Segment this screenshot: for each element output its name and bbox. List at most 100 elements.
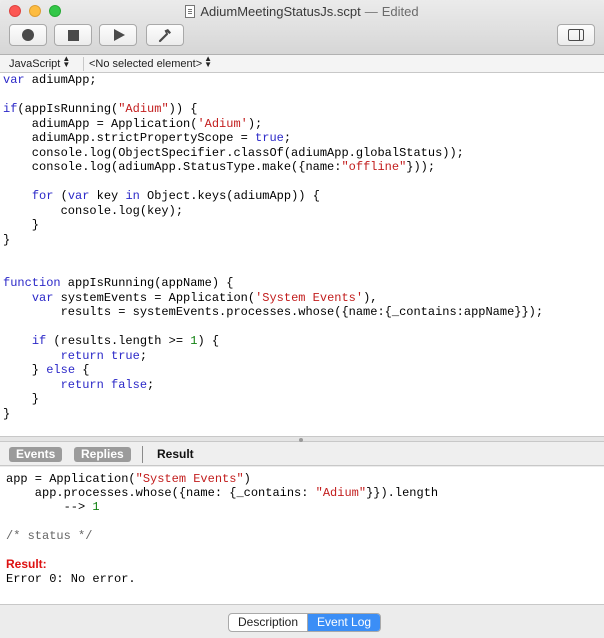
code-token: 'Adium' <box>197 116 248 131</box>
code-line[interactable]: } <box>3 218 604 233</box>
code-token: ( <box>53 189 68 203</box>
document-icon[interactable] <box>185 5 196 18</box>
code-token: return <box>60 377 104 392</box>
code-line[interactable]: results = systemEvents.processes.whose({… <box>3 305 604 320</box>
code-line[interactable] <box>3 175 604 190</box>
nav-divider <box>83 57 84 71</box>
code-line[interactable]: return false; <box>3 378 604 393</box>
code-line[interactable]: adiumApp = Application('Adium'); <box>3 117 604 132</box>
code-token: for <box>31 189 54 203</box>
code-token: var <box>3 73 25 87</box>
code-token: ); <box>247 116 263 131</box>
code-line[interactable]: console.log(key); <box>3 204 604 219</box>
code-token: results = systemEvents.processes.whose({… <box>3 305 544 319</box>
code-line[interactable] <box>3 320 604 335</box>
code-token: console.log(key); <box>3 203 184 218</box>
code-line[interactable]: adiumApp.strictPropertyScope = true; <box>3 131 604 146</box>
log-line: app = Application("System Events") <box>6 472 251 486</box>
hammer-icon <box>158 29 171 43</box>
window-title: AdiumMeetingStatusJs.scpt — Edited <box>0 4 604 19</box>
code-line[interactable]: var systemEvents = Application('System E… <box>3 291 604 306</box>
compile-button[interactable] <box>146 24 184 46</box>
code-token: in <box>125 189 140 203</box>
code-token: } <box>3 232 11 247</box>
code-line[interactable]: for (var key in Object.keys(adiumApp)) { <box>3 189 604 204</box>
log-line: app.processes.whose({name: {_contains: "… <box>6 486 439 501</box>
code-line[interactable]: function appIsRunning(appName) { <box>3 276 604 291</box>
code-token: "offline" <box>341 160 407 174</box>
code-token: } <box>3 363 47 377</box>
result-block: Result: Error 0: No error. <box>6 557 604 586</box>
tab-replies[interactable]: Replies <box>74 447 131 462</box>
updown-chevron-icon: ▲ ▼ <box>62 54 71 69</box>
code-line[interactable]: if(appIsRunning("Adium")) { <box>3 102 604 117</box>
code-line[interactable]: } else { <box>3 363 604 378</box>
result-text: Error 0: No error. <box>6 572 136 587</box>
code-token: (appIsRunning( <box>17 102 119 116</box>
log-line: --> 1 <box>6 500 100 515</box>
title-separator: — <box>364 4 378 19</box>
updown-chevron-icon: ▲ ▼ <box>204 54 213 69</box>
tab-result[interactable]: Result <box>150 447 201 462</box>
code-line[interactable]: var adiumApp; <box>3 73 604 88</box>
element-selector[interactable]: <No selected element> ▲ ▼ <box>89 54 213 72</box>
code-line[interactable] <box>3 88 604 103</box>
script-code[interactable]: var adiumApp; if(appIsRunning("Adium")) … <box>3 73 604 421</box>
code-token: ; <box>283 131 292 145</box>
code-token: true <box>255 131 284 145</box>
tab-divider <box>142 446 143 463</box>
stop-button[interactable] <box>54 24 92 46</box>
code-line[interactable]: } <box>3 233 604 248</box>
result-label: Result: <box>6 557 47 572</box>
code-line[interactable]: } <box>3 407 604 422</box>
code-token: ; <box>147 377 155 392</box>
language-selector[interactable]: JavaScript ▲ ▼ <box>9 54 71 72</box>
toggle-sidebar-button[interactable] <box>557 24 595 46</box>
title-bar: AdiumMeetingStatusJs.scpt — Edited <box>0 0 604 55</box>
description-button[interactable]: Description <box>229 614 307 631</box>
code-token: ) { <box>197 334 220 348</box>
code-line[interactable] <box>3 262 604 277</box>
code-token: )) { <box>168 102 198 116</box>
result-output[interactable]: app = Application("System Events") app.p… <box>0 467 604 604</box>
code-line[interactable] <box>3 247 604 262</box>
code-token: })); <box>406 160 436 174</box>
code-token: adiumApp.strictPropertyScope = <box>3 131 256 145</box>
code-token: adiumApp = Application( <box>3 116 198 131</box>
record-button[interactable] <box>9 24 47 46</box>
log-line: /* status */ <box>6 528 93 543</box>
code-token: 'System Events' <box>255 290 364 305</box>
stop-icon <box>67 29 79 41</box>
language-label: JavaScript <box>9 58 61 70</box>
script-editor-window: AdiumMeetingStatusJs.scpt — Edited JavaScr… <box>0 0 604 638</box>
play-icon <box>113 29 125 41</box>
tab-events[interactable]: Events <box>9 447 63 462</box>
code-token: return <box>60 348 104 363</box>
code-token: console.log(adiumApp.StatusType.make({na… <box>3 160 342 174</box>
script-editor[interactable]: var adiumApp; if(appIsRunning("Adium")) … <box>0 73 604 436</box>
document-name: AdiumMeetingStatusJs.scpt <box>200 4 361 19</box>
event-log-button[interactable]: Event Log <box>307 614 381 631</box>
view-segmented-control: Description Event Log <box>228 613 382 632</box>
code-line[interactable]: } <box>3 392 604 407</box>
record-icon <box>22 29 34 41</box>
code-token: false <box>111 377 148 392</box>
code-line[interactable]: return true; <box>3 349 604 364</box>
code-line[interactable]: if (results.length >= 1) { <box>3 334 604 349</box>
code-token: if <box>31 334 47 348</box>
edited-status[interactable]: Edited <box>382 4 419 19</box>
run-button[interactable] <box>99 24 137 46</box>
code-token: adiumApp; <box>24 73 97 87</box>
code-token: ; <box>139 348 148 363</box>
code-line[interactable]: console.log(ObjectSpecifier.classOf(adiu… <box>3 146 604 161</box>
code-line[interactable]: console.log(adiumApp.StatusType.make({na… <box>3 160 604 175</box>
code-token: var <box>31 290 54 305</box>
code-token: systemEvents = Application( <box>53 290 256 305</box>
